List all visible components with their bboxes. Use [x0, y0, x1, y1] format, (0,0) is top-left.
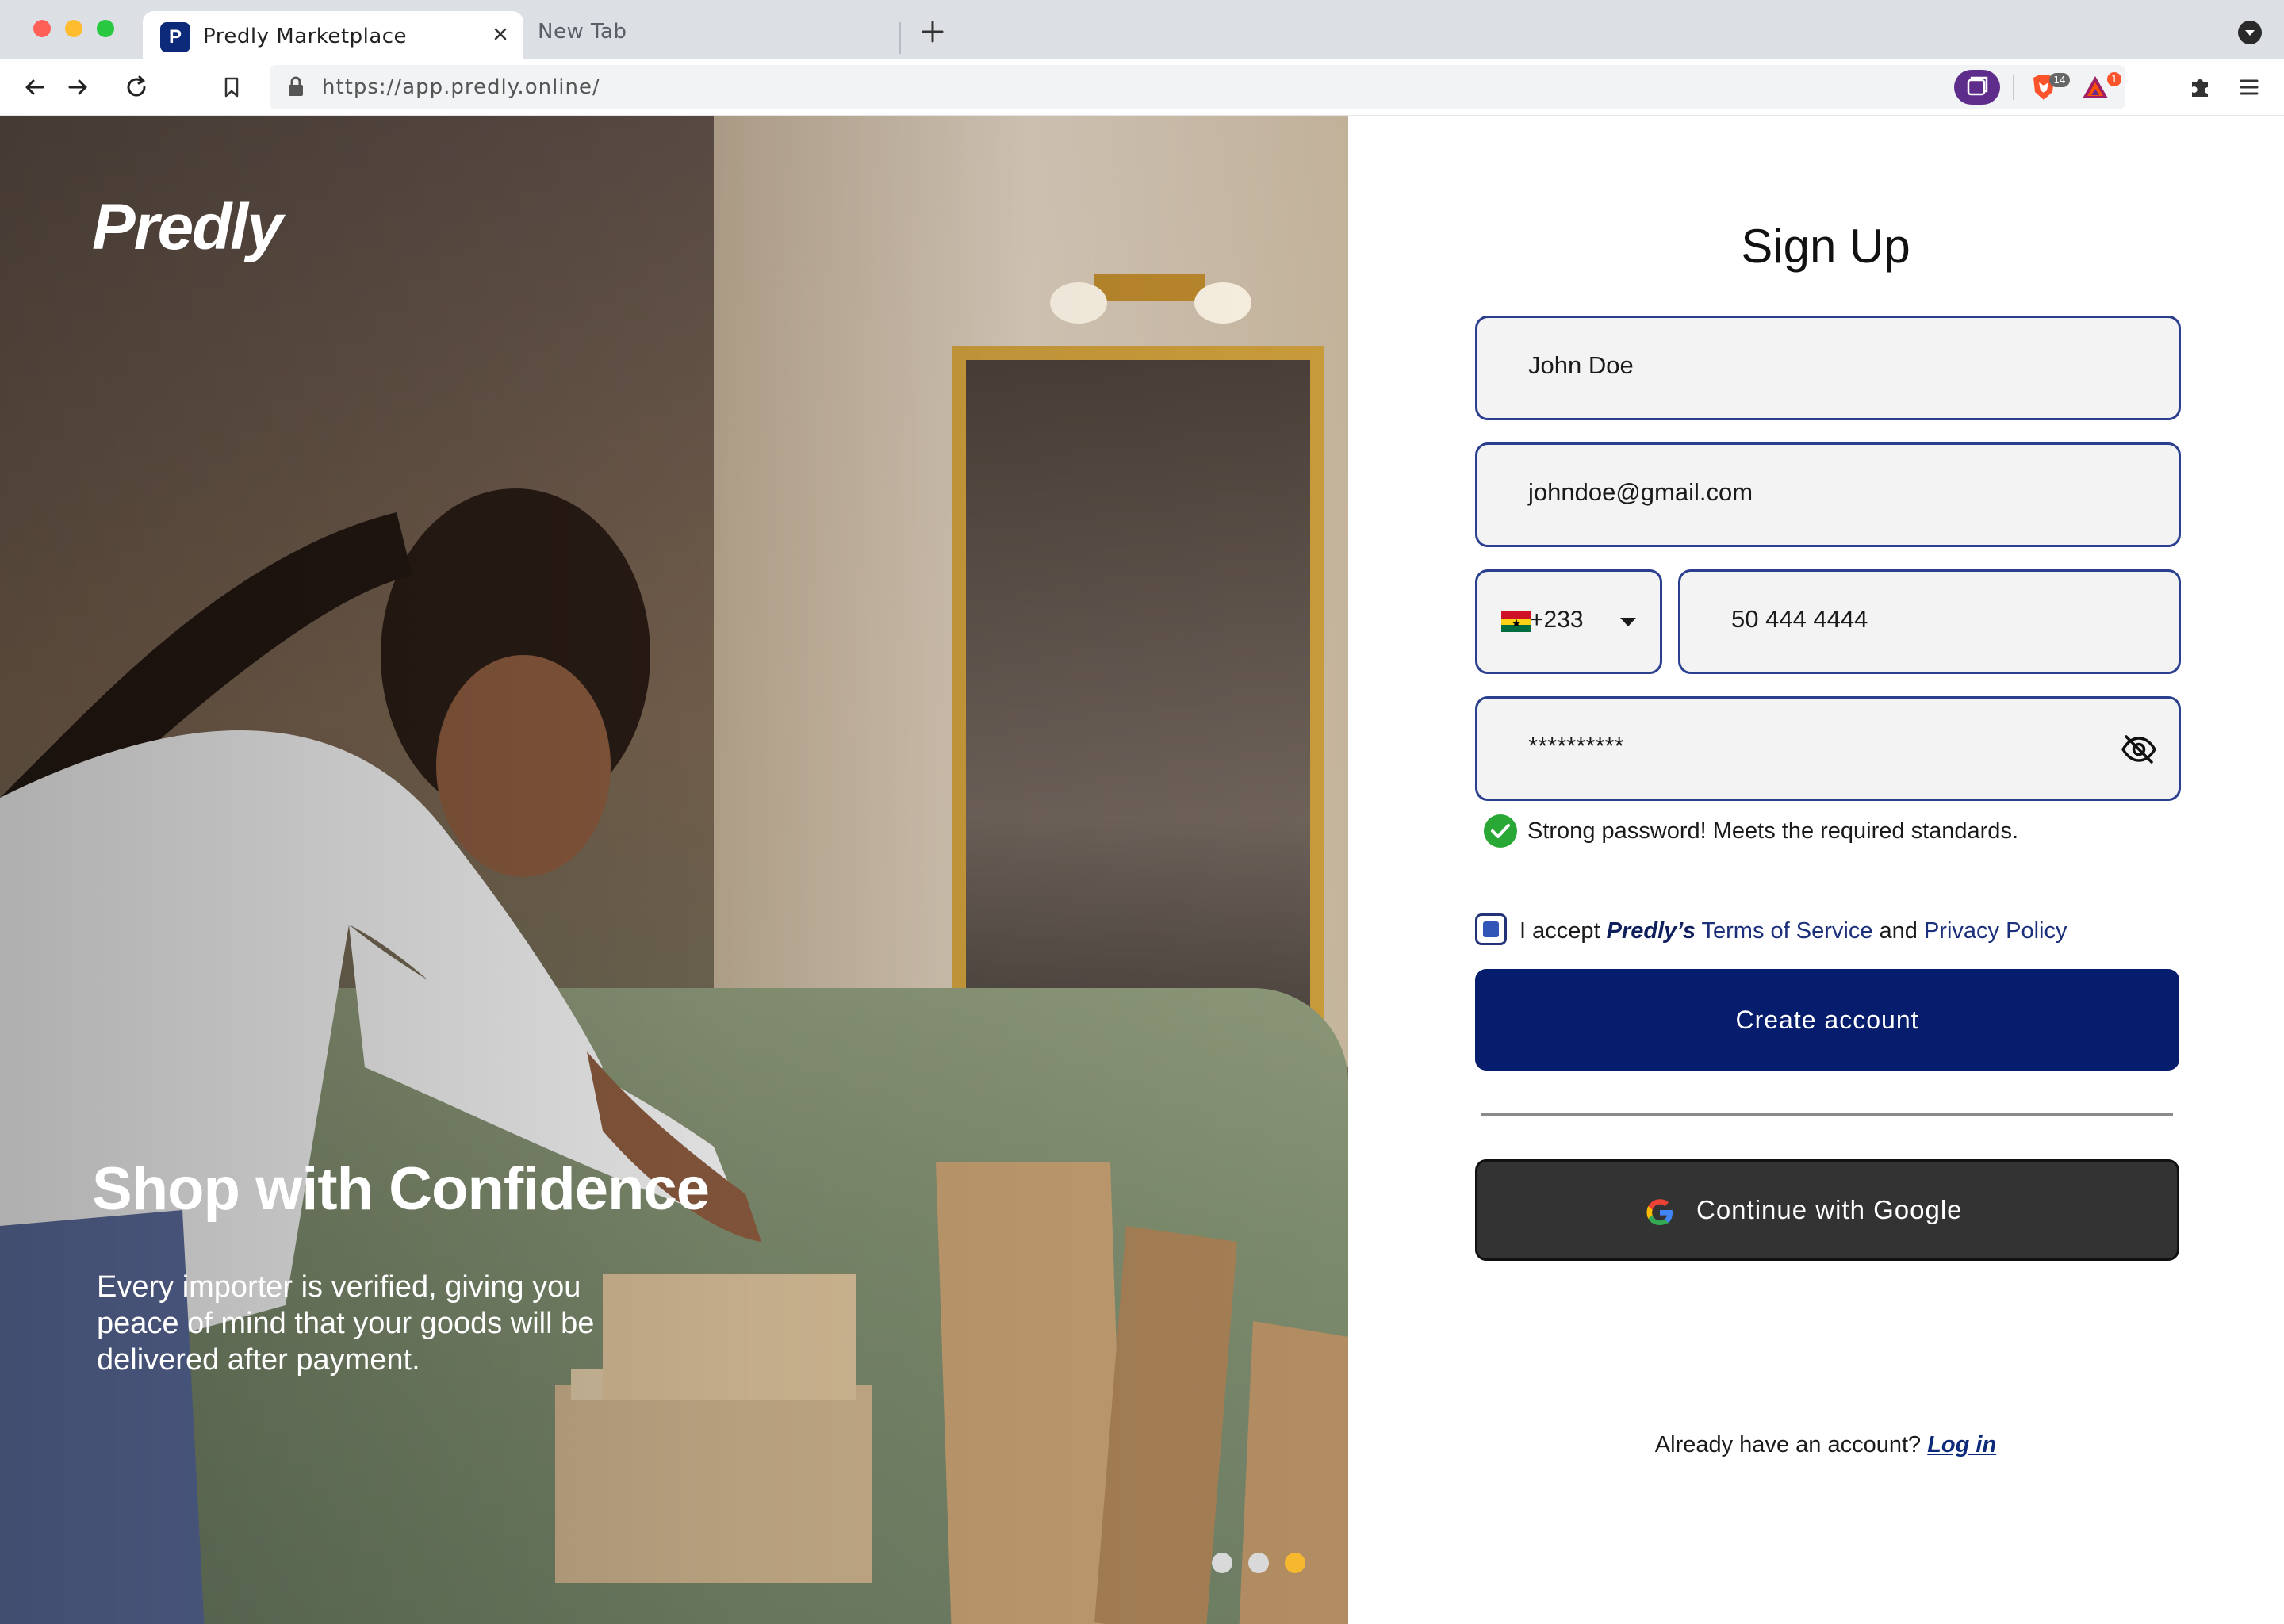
check-circle-icon [1484, 814, 1517, 848]
forward-icon[interactable] [63, 73, 92, 102]
address-bar[interactable]: https://app.predly.online/ 14 1 [270, 65, 2125, 109]
terms-brand: Predly’s [1606, 918, 1696, 944]
menu-icon[interactable] [2235, 73, 2263, 102]
ghana-flag-icon [1501, 611, 1531, 632]
predly-favicon-icon: P [160, 22, 190, 52]
back-icon[interactable] [21, 73, 49, 102]
log-in-link[interactable]: Log in [1927, 1432, 1996, 1457]
tab-close-icon[interactable] [489, 22, 512, 46]
tab-separator [899, 22, 901, 54]
carousel-dot-3-active[interactable] [1285, 1553, 1305, 1573]
phone-number-field[interactable]: 50 444 4444 [1678, 569, 2181, 674]
hero-overlay [0, 116, 1348, 1624]
hero-description: Every importer is verified, giving you p… [97, 1270, 595, 1377]
password-strength-text: Strong password! Meets the required stan… [1527, 818, 2018, 844]
divider [1481, 1113, 2173, 1116]
create-account-button[interactable]: Create account [1475, 969, 2179, 1071]
tab-title: Predly Marketplace [203, 25, 408, 48]
page-title: Sign Up [1741, 220, 1910, 273]
email-value: johndoe@gmail.com [1528, 478, 1753, 506]
bookmark-icon[interactable] [217, 73, 246, 102]
new-tab-icon[interactable] [920, 19, 945, 44]
eye-off-icon[interactable] [2120, 730, 2158, 768]
url-text: https://app.predly.online/ [322, 75, 600, 99]
google-button-label: Continue with Google [1696, 1195, 1963, 1224]
brand-logo: Predly [92, 191, 283, 263]
brave-shield-count: 14 [2053, 75, 2065, 86]
phone-number-value: 50 444 4444 [1731, 605, 1868, 633]
login-prompt: Already have an account? Log in [1348, 1432, 2284, 1458]
hero-headline: Shop with Confidence [92, 1155, 710, 1223]
brave-shield-icon[interactable]: 14 [2029, 71, 2071, 103]
full-name-value: John Doe [1528, 351, 1634, 379]
browser-toolbar: https://app.predly.online/ 14 1 [0, 59, 2284, 116]
signup-panel: Sign Up John Doe johndoe@gmail.com +233 … [1348, 116, 2284, 1624]
rewards-badge: 1 [2111, 74, 2117, 85]
country-code-value: +233 [1530, 607, 1584, 633]
google-icon [1646, 1199, 1673, 1225]
tab-new-tab[interactable]: New Tab [527, 11, 899, 59]
browser-tab-bar: P Predly Marketplace New Tab [0, 0, 2284, 59]
tab-predly-marketplace[interactable]: P Predly Marketplace [143, 11, 523, 59]
password-value: ********** [1528, 732, 1624, 760]
country-code-select[interactable]: +233 [1475, 569, 1662, 674]
password-field[interactable]: ********** [1475, 696, 2181, 801]
carousel-dot-2[interactable] [1248, 1553, 1269, 1573]
tab-list-icon[interactable] [2238, 21, 2262, 44]
window-zoom-button[interactable] [97, 20, 114, 37]
reload-icon[interactable] [122, 73, 151, 102]
terms-prefix: I accept [1519, 918, 1600, 944]
tab-title: New Tab [538, 20, 627, 44]
full-name-field[interactable]: John Doe [1475, 316, 2181, 420]
privacy-policy-link[interactable]: Privacy Policy [1924, 918, 2067, 944]
chevron-down-icon [1620, 618, 1636, 626]
login-prompt-text: Already have an account? [1654, 1432, 1922, 1457]
email-field[interactable]: johndoe@gmail.com [1475, 442, 2181, 547]
brave-rewards-icon[interactable]: 1 [2079, 71, 2124, 103]
terms-text: I accept Predly’s Terms of Service and P… [1519, 918, 2067, 944]
carousel-dot-1[interactable] [1212, 1553, 1232, 1573]
toolbar-divider [2013, 75, 2014, 100]
window-minimize-button[interactable] [65, 20, 82, 37]
tab-overview-icon[interactable] [1954, 70, 2000, 105]
terms-of-service-link[interactable]: Terms of Service [1702, 918, 1873, 944]
continue-with-google-button[interactable]: Continue with Google [1475, 1159, 2179, 1261]
window-close-button[interactable] [33, 20, 51, 37]
hero-carousel: Predly Shop with Confidence Every import… [0, 116, 1348, 1624]
terms-checkbox[interactable] [1475, 914, 1507, 945]
extensions-icon[interactable] [2186, 73, 2214, 102]
lock-icon [289, 76, 303, 96]
terms-joiner: and [1879, 918, 1918, 944]
